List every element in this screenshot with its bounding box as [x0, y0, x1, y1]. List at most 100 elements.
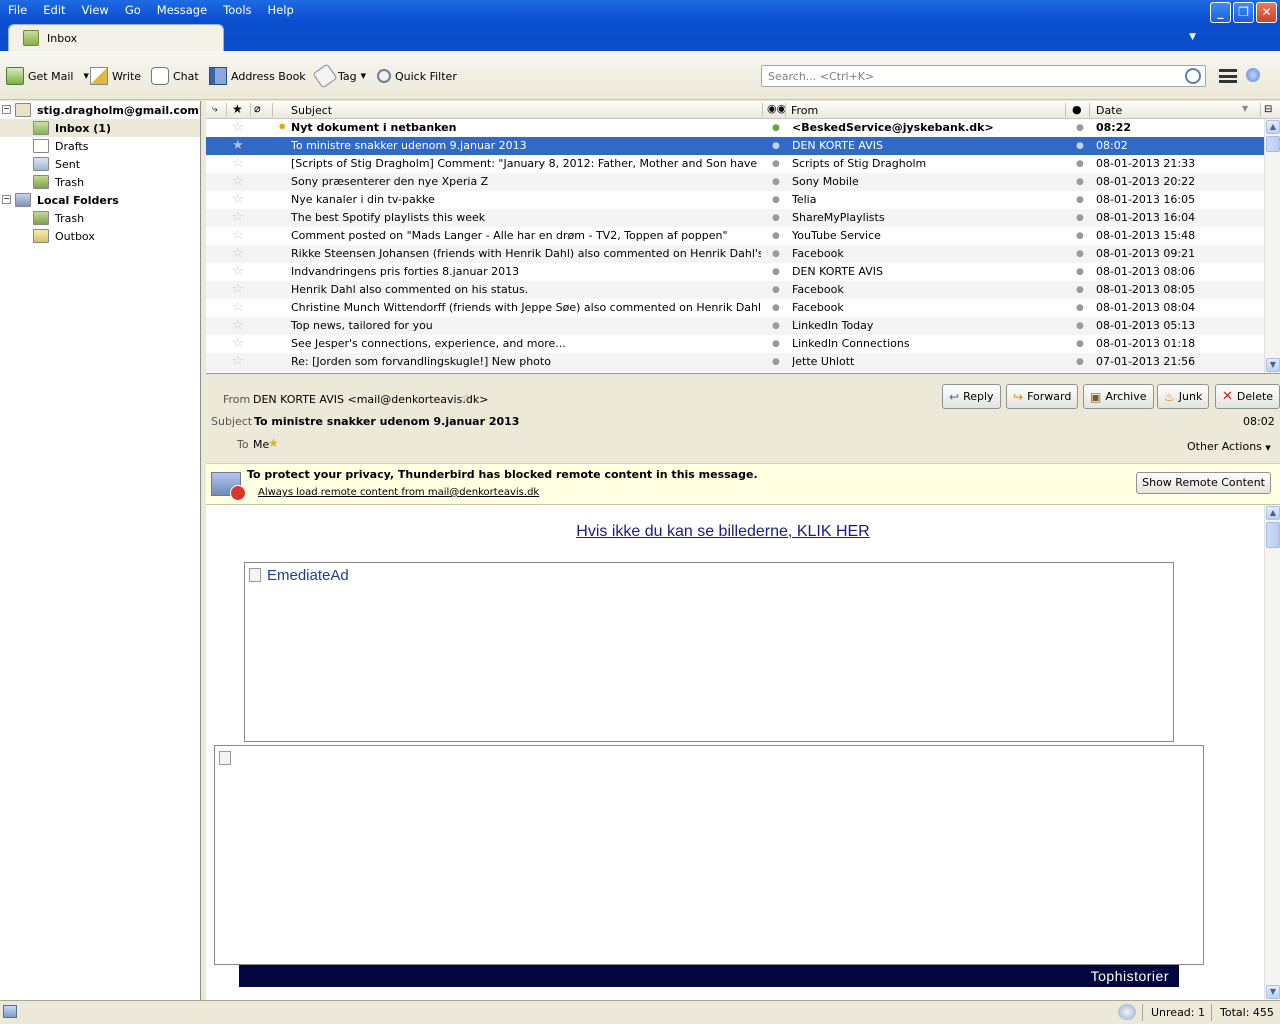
star-icon[interactable]: ★ [232, 139, 244, 153]
read-dot-icon[interactable]: ● [772, 209, 780, 227]
star-icon[interactable]: ☆ [232, 283, 244, 297]
collapse-icon[interactable]: − [2, 195, 11, 204]
get-mail-button[interactable]: Get Mail ▼ [6, 65, 89, 87]
star-icon[interactable]: ☆ [232, 265, 244, 279]
show-remote-content-button[interactable]: Show Remote Content [1136, 472, 1271, 494]
table-row[interactable]: ☆ Comment posted on "Mads Langer - Alle … [206, 227, 1264, 245]
table-row[interactable]: ★ To ministre snakker udenom 9.januar 20… [206, 137, 1264, 155]
read-dot-icon[interactable]: ● [772, 191, 780, 209]
read-dot-icon[interactable]: ● [772, 299, 780, 317]
junk-status-icon[interactable]: ● [1076, 155, 1084, 173]
junk-button[interactable]: ♨ Junk [1157, 384, 1210, 409]
table-row[interactable]: ☆ Nye kanaler i din tv-pakke ● Telia ● 0… [206, 191, 1264, 209]
junk-status-icon[interactable]: ● [1076, 191, 1084, 209]
read-dot-icon[interactable]: ● [772, 281, 780, 299]
star-icon[interactable]: ☆ [232, 229, 244, 243]
table-row[interactable]: ☆ Indvandringens pris forties 8.januar 2… [206, 263, 1264, 281]
menu-tools[interactable]: Tools [215, 2, 259, 20]
search-input[interactable]: Search... <Ctrl+K> [761, 65, 1206, 87]
junk-status-icon[interactable]: ● [1076, 353, 1084, 371]
table-row[interactable]: ☆ Top news, tailored for you ● LinkedIn … [206, 317, 1264, 335]
junk-status-icon[interactable]: ● [1076, 281, 1084, 299]
table-row[interactable]: ☆ Re: [Jorden som forvandlingskugle!] Ne… [206, 353, 1264, 371]
read-dot-icon[interactable]: ● [772, 227, 780, 245]
read-dot-icon[interactable]: ● [772, 173, 780, 191]
star-icon[interactable]: ☆ [232, 193, 244, 207]
junk-status-icon[interactable]: ● [1076, 173, 1084, 191]
image-placeholder[interactable] [214, 745, 1204, 965]
from-column-header[interactable]: From [791, 104, 818, 117]
menu-file[interactable]: File [0, 2, 35, 20]
column-picker-icon[interactable]: ⊟ [1264, 104, 1272, 115]
junk-status-icon[interactable]: ● [1076, 245, 1084, 263]
junk-status-icon[interactable]: ● [1076, 317, 1084, 335]
address-book-button[interactable]: Address Book [209, 65, 306, 87]
local-folders-row[interactable]: − Local Folders [0, 191, 200, 209]
tab-list-dropdown[interactable]: ▼ [1189, 32, 1196, 42]
app-menu-icon[interactable] [1219, 69, 1237, 83]
junk-status-icon[interactable]: ● [1076, 299, 1084, 317]
subject-column-header[interactable]: Subject [291, 104, 332, 117]
ad-image-placeholder[interactable]: EmediateAd [244, 562, 1174, 742]
close-button[interactable]: ✕ [1256, 2, 1277, 23]
table-row[interactable]: ☆ Christine Munch Wittendorff (friends w… [206, 299, 1264, 317]
chat-button[interactable]: Chat [151, 65, 199, 87]
folder-trash[interactable]: Trash [0, 173, 200, 191]
write-button[interactable]: Write [90, 65, 141, 87]
folder-sent[interactable]: Sent [0, 155, 200, 173]
star-icon[interactable]: ☆ [232, 301, 244, 315]
read-dot-icon[interactable]: ● [772, 335, 780, 353]
star-icon[interactable]: ☆ [232, 337, 244, 351]
star-icon[interactable]: ☆ [232, 211, 244, 225]
junk-status-icon[interactable]: ● [1076, 209, 1084, 227]
menu-message[interactable]: Message [149, 2, 215, 20]
unread-dot-icon[interactable]: ● [772, 119, 780, 137]
junk-status-icon[interactable]: ● [1076, 263, 1084, 281]
account-row[interactable]: − stig.dragholm@gmail.com [0, 101, 200, 119]
maximize-button[interactable]: ❐ [1233, 2, 1254, 23]
table-row[interactable]: ☆ See Jesper's connections, experience, … [206, 335, 1264, 353]
scroll-down-icon[interactable]: ▼ [1266, 358, 1280, 372]
menu-view[interactable]: View [74, 2, 117, 20]
date-column-header[interactable]: Date [1096, 104, 1122, 117]
menu-go[interactable]: Go [117, 2, 149, 20]
star-icon[interactable]: ☆ [232, 121, 244, 135]
read-dot-icon[interactable]: ● [772, 317, 780, 335]
table-row[interactable]: ☆ The best Spotify playlists this week ●… [206, 209, 1264, 227]
attachment-column-icon[interactable]: ⌀ [254, 102, 261, 115]
tab-inbox[interactable]: Inbox [8, 24, 224, 51]
read-dot-icon[interactable]: ● [772, 137, 780, 155]
collapse-icon[interactable]: − [2, 105, 11, 114]
star-icon[interactable]: ☆ [232, 247, 244, 261]
star-icon[interactable]: ☆ [232, 157, 244, 171]
thread-column-icon[interactable]: ⤷ [212, 104, 218, 115]
star-icon[interactable]: ☆ [232, 355, 244, 369]
other-actions-button[interactable]: Other Actions ▼ [1187, 440, 1271, 453]
view-images-link[interactable]: Hvis ikke du kan se billederne, KLIK HER [206, 523, 1240, 541]
scroll-up-icon[interactable]: ▲ [1266, 120, 1280, 134]
thread-scrollbar[interactable]: ▲ ▼ [1264, 119, 1280, 373]
scroll-thumb[interactable] [1266, 136, 1280, 152]
body-scrollbar[interactable]: ▲ ▼ [1264, 505, 1280, 1000]
always-load-link[interactable]: Always load remote content from mail@den… [258, 487, 539, 498]
scroll-down-icon[interactable]: ▼ [1266, 985, 1280, 999]
junk-status-icon[interactable]: ● [1076, 227, 1084, 245]
star-column-icon[interactable]: ★ [232, 102, 243, 116]
forward-button[interactable]: ↪ Forward [1006, 384, 1079, 409]
table-row[interactable]: ☆ Rikke Steensen Johansen (friends with … [206, 245, 1264, 263]
read-dot-icon[interactable]: ● [772, 263, 780, 281]
menu-help[interactable]: Help [260, 2, 302, 20]
search-icon[interactable] [1185, 68, 1201, 84]
folder-local-trash[interactable]: Trash [0, 209, 200, 227]
reply-button[interactable]: ↩ Reply [942, 384, 1001, 409]
table-row[interactable]: ☆ [Scripts of Stig Dragholm] Comment: "J… [206, 155, 1264, 173]
junk-status-icon[interactable]: ● [1076, 137, 1084, 155]
online-status-icon[interactable] [3, 1005, 17, 1018]
table-row[interactable]: ☆ Sony præsenterer den nye Xperia Z ● So… [206, 173, 1264, 191]
star-icon[interactable]: ★ [268, 436, 279, 450]
menu-edit[interactable]: Edit [35, 2, 73, 20]
junk-column-icon[interactable]: ● [1072, 103, 1082, 116]
folder-outbox[interactable]: Outbox [0, 227, 200, 245]
to-value[interactable]: Me [253, 438, 269, 451]
read-column-icon[interactable]: ◉◉ [767, 102, 786, 115]
